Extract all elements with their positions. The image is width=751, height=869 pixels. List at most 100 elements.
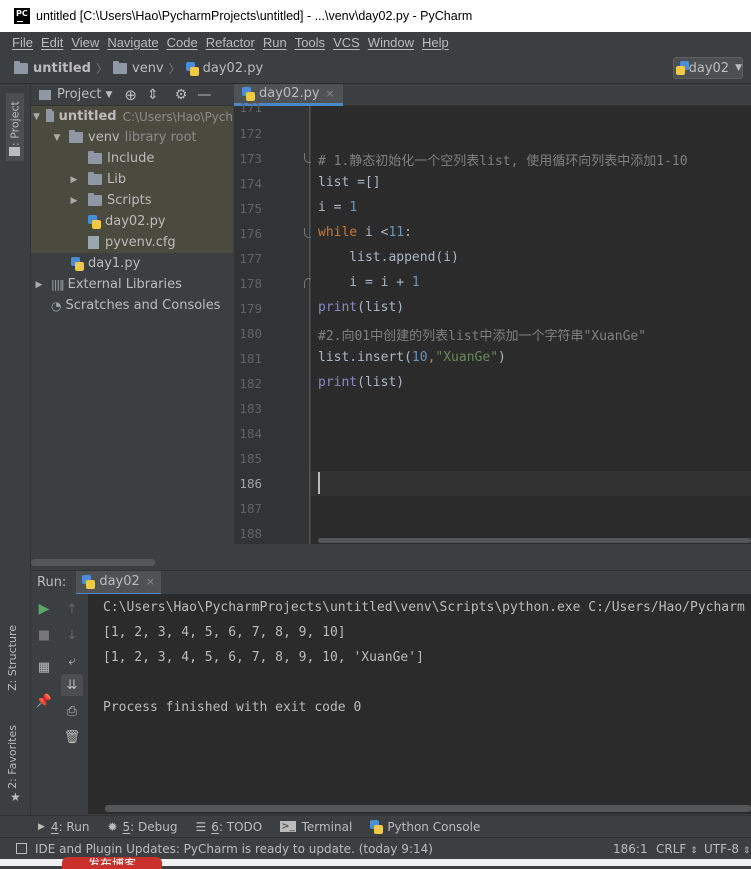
run-console[interactable]: C:\Users\Hao\PycharmProjects\untitled\ve…: [88, 594, 751, 814]
menu-window[interactable]: Window: [368, 35, 414, 50]
run-config-dropdown[interactable]: day02 ▼: [673, 57, 743, 79]
expand-icon[interactable]: ▶: [33, 280, 45, 290]
line-number: 171: [239, 100, 262, 115]
trash-icon[interactable]: 🗑: [61, 726, 83, 748]
line-number: 180: [239, 326, 262, 341]
menu-edit[interactable]: Edit: [41, 35, 63, 50]
file-encoding[interactable]: UTF-8 ⇕: [704, 842, 750, 856]
breadcrumb-project[interactable]: untitled: [14, 61, 91, 76]
tree-item-lib[interactable]: ▶ Lib: [31, 169, 233, 190]
caret-position[interactable]: 186:1: [613, 842, 648, 856]
chevron-down-icon[interactable]: ▼: [105, 90, 112, 100]
code-line-174[interactable]: list =[]: [318, 175, 381, 190]
gear-icon[interactable]: ⚙: [175, 87, 188, 103]
expand-icon[interactable]: ▼: [33, 112, 40, 122]
tree-item-pyvenv[interactable]: pyvenv.cfg: [31, 232, 233, 253]
tab-python-console[interactable]: Python Console: [370, 819, 480, 834]
line-number: 178: [239, 276, 262, 291]
scroll-to-end-icon[interactable]: ⇊: [61, 674, 83, 696]
soft-wrap-icon[interactable]: ⤶: [61, 650, 83, 672]
tab-run[interactable]: ▶ 4: Run: [38, 820, 89, 834]
run-tab-day02[interactable]: day02 ×: [76, 570, 161, 595]
layout-icon[interactable]: ▦: [33, 656, 55, 678]
tab-todo[interactable]: ☰ 6: TODO: [195, 820, 262, 834]
editor-horizontal-scrollbar[interactable]: [318, 538, 751, 543]
tree-item-scripts[interactable]: ▶ Scripts: [31, 190, 233, 211]
rerun-icon[interactable]: ▶: [33, 598, 55, 620]
menu-vcs[interactable]: VCS: [333, 35, 360, 50]
tree-item-untitled[interactable]: ▼ untitled C:\Users\Hao\Pych: [31, 106, 233, 127]
code-line-179[interactable]: print(list): [318, 300, 404, 315]
code-line-178[interactable]: i = i + 1: [318, 275, 419, 290]
code-line-181[interactable]: list.insert(10,"XuanGe"): [318, 350, 506, 365]
menu-code[interactable]: Code: [167, 35, 198, 50]
list-icon: ☰: [195, 819, 207, 834]
code-line-177[interactable]: list.append(i): [318, 250, 459, 265]
close-icon[interactable]: ×: [326, 87, 335, 100]
line-number: 176: [239, 226, 262, 241]
up-arrow-icon[interactable]: ↑: [61, 598, 83, 620]
line-number: 181: [239, 351, 262, 366]
menu-file[interactable]: File: [12, 35, 33, 50]
project-panel-header: Project ▼ ⊕ ⇕ ⚙ —: [31, 84, 233, 106]
folder-icon: [45, 109, 54, 122]
hide-icon[interactable]: —: [197, 87, 211, 103]
tab-structure[interactable]: Z: Structure: [6, 625, 19, 691]
line-separator[interactable]: CRLF ⇕: [656, 842, 698, 856]
project-view-select[interactable]: Project: [57, 87, 101, 102]
down-arrow-icon[interactable]: ↓: [61, 624, 83, 646]
collapse-icon[interactable]: ⇕: [147, 87, 159, 103]
publish-button[interactable]: 发布博客: [62, 857, 162, 869]
tab-terminal[interactable]: >_ Terminal: [280, 820, 352, 834]
line-number: 174: [239, 176, 262, 191]
tree-item-venv[interactable]: ▼ venv library root: [31, 127, 233, 148]
python-file-icon: [675, 61, 689, 75]
expand-icon[interactable]: ▼: [51, 133, 63, 143]
chevron-right-icon: 〉: [168, 62, 181, 76]
project-icon: [9, 147, 20, 156]
tool-windows-icon[interactable]: [16, 843, 27, 854]
menu-view[interactable]: View: [71, 35, 99, 50]
tree-item-include[interactable]: Include: [31, 148, 233, 169]
stop-icon[interactable]: ■: [33, 624, 55, 646]
tab-favorites[interactable]: 2: Favorites: [6, 725, 19, 789]
tree-item-scratches[interactable]: ◔ Scratches and Consoles: [31, 295, 233, 316]
breadcrumb-folder[interactable]: venv: [113, 61, 164, 76]
console-horizontal-scrollbar[interactable]: [105, 805, 751, 812]
title-bar: PC untitled [C:\Users\Hao\PycharmProject…: [0, 0, 751, 32]
menu-run[interactable]: Run: [263, 35, 287, 50]
breadcrumb: untitled 〉 venv 〉 day02.py: [0, 54, 751, 84]
code-line-176[interactable]: while i <11:: [318, 225, 412, 240]
code-line-180[interactable]: #2.向01中创建的列表list中添加一个字符串"XuanGe": [318, 325, 646, 344]
locate-icon[interactable]: ⊕: [124, 86, 137, 104]
python-file-icon: [242, 86, 255, 101]
pin-icon[interactable]: 📌: [33, 690, 55, 712]
tree-item-day02[interactable]: day02.py: [31, 211, 233, 232]
console-line: C:\Users\Hao\PycharmProjects\untitled\ve…: [103, 600, 745, 615]
tree-item-external-libraries[interactable]: ▶ |||‖ External Libraries: [31, 274, 233, 295]
menu-refactor[interactable]: Refactor: [206, 35, 255, 50]
line-number: 185: [239, 451, 262, 466]
project-scrollbar[interactable]: [31, 559, 155, 566]
code-line-182[interactable]: print(list): [318, 375, 404, 390]
folder-icon: [88, 172, 102, 185]
python-icon: [370, 819, 384, 834]
menu-navigate[interactable]: Navigate: [107, 35, 158, 50]
menu-help[interactable]: Help: [422, 35, 449, 50]
tree-item-day1[interactable]: day1.py: [31, 253, 233, 274]
code-line-173[interactable]: # 1.静态初始化一个空列表list, 使用循环向列表中添加1-10: [318, 150, 688, 169]
chevron-down-icon: ▼: [735, 63, 742, 73]
code-line-175[interactable]: i = 1: [318, 200, 357, 215]
menu-tools[interactable]: Tools: [295, 35, 325, 50]
config-file-icon: [88, 236, 99, 249]
tab-debug[interactable]: ✹ 5: Debug: [107, 820, 177, 834]
expand-icon[interactable]: ▶: [68, 196, 80, 206]
breadcrumb-file[interactable]: day02.py: [185, 61, 263, 76]
chevron-updown-icon: ⇕: [690, 845, 698, 856]
expand-icon[interactable]: ▶: [68, 175, 80, 185]
print-icon[interactable]: ⎙: [61, 700, 83, 722]
close-icon[interactable]: ×: [146, 575, 155, 588]
line-number-current: 186: [239, 476, 262, 491]
line-number: 175: [239, 201, 262, 216]
line-number: 184: [239, 426, 262, 441]
